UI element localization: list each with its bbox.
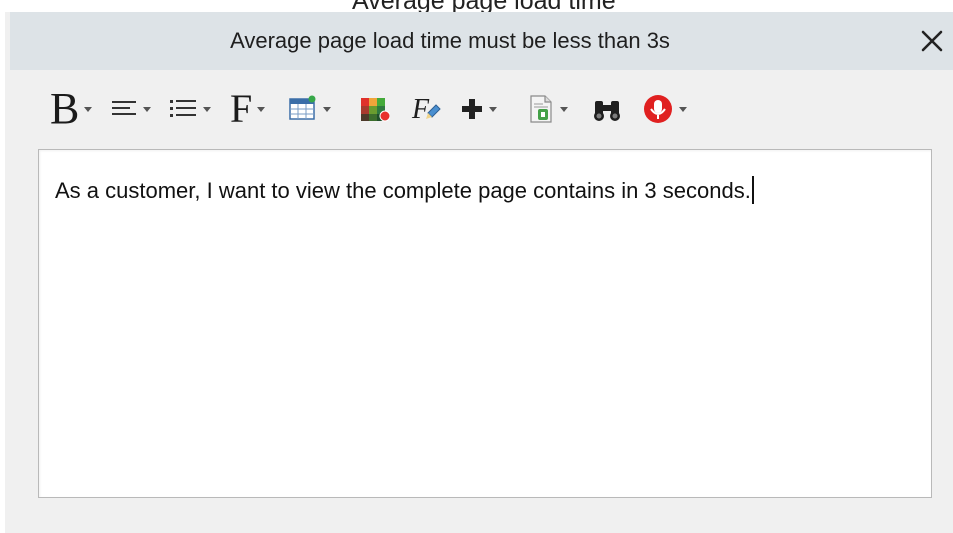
dialog-titlebar: Average page load time must be less than… <box>10 12 953 70</box>
text-cursor <box>751 176 754 204</box>
insert-button[interactable] <box>460 80 497 138</box>
find-button[interactable] <box>592 80 622 138</box>
editor-text: As a customer, I want to view the comple… <box>55 178 751 203</box>
svg-text:F: F <box>411 94 430 125</box>
chevron-down-icon <box>489 106 497 112</box>
font-button[interactable]: F <box>230 80 266 138</box>
formula-icon: F <box>411 94 441 125</box>
close-icon[interactable] <box>917 26 947 56</box>
chevron-down-icon <box>679 106 687 112</box>
bold-button[interactable]: B <box>50 80 93 138</box>
bulleted-list-icon <box>170 100 196 117</box>
color-picker-icon <box>361 98 390 122</box>
chevron-down-icon <box>323 106 331 112</box>
chevron-down-icon <box>560 106 568 112</box>
chevron-down-icon <box>143 106 151 112</box>
list-button[interactable] <box>170 80 211 138</box>
microphone-icon <box>644 95 672 123</box>
chevron-down-icon <box>257 106 266 112</box>
color-button[interactable] <box>360 80 390 138</box>
bold-icon: B <box>50 84 80 133</box>
voice-button[interactable] <box>642 80 687 138</box>
binoculars-icon <box>594 101 620 121</box>
dialog-title: Average page load time must be less than… <box>230 28 670 53</box>
document-icon <box>530 95 552 123</box>
document-button[interactable] <box>527 80 568 138</box>
insert-table-icon <box>289 95 316 120</box>
background-header-fragment: Average page load time <box>0 0 953 12</box>
align-left-icon <box>112 101 136 115</box>
formula-button[interactable]: F <box>410 80 442 138</box>
description-editor[interactable]: As a customer, I want to view the comple… <box>38 149 932 498</box>
formatting-toolbar: B F F <box>40 80 940 138</box>
align-button[interactable] <box>112 80 151 138</box>
background-header-text: Average page load time <box>352 0 616 12</box>
plus-icon <box>462 99 482 119</box>
insert-table-button[interactable] <box>288 80 331 138</box>
font-icon: F <box>230 86 253 131</box>
chevron-down-icon <box>203 106 211 112</box>
chevron-down-icon <box>84 106 93 112</box>
